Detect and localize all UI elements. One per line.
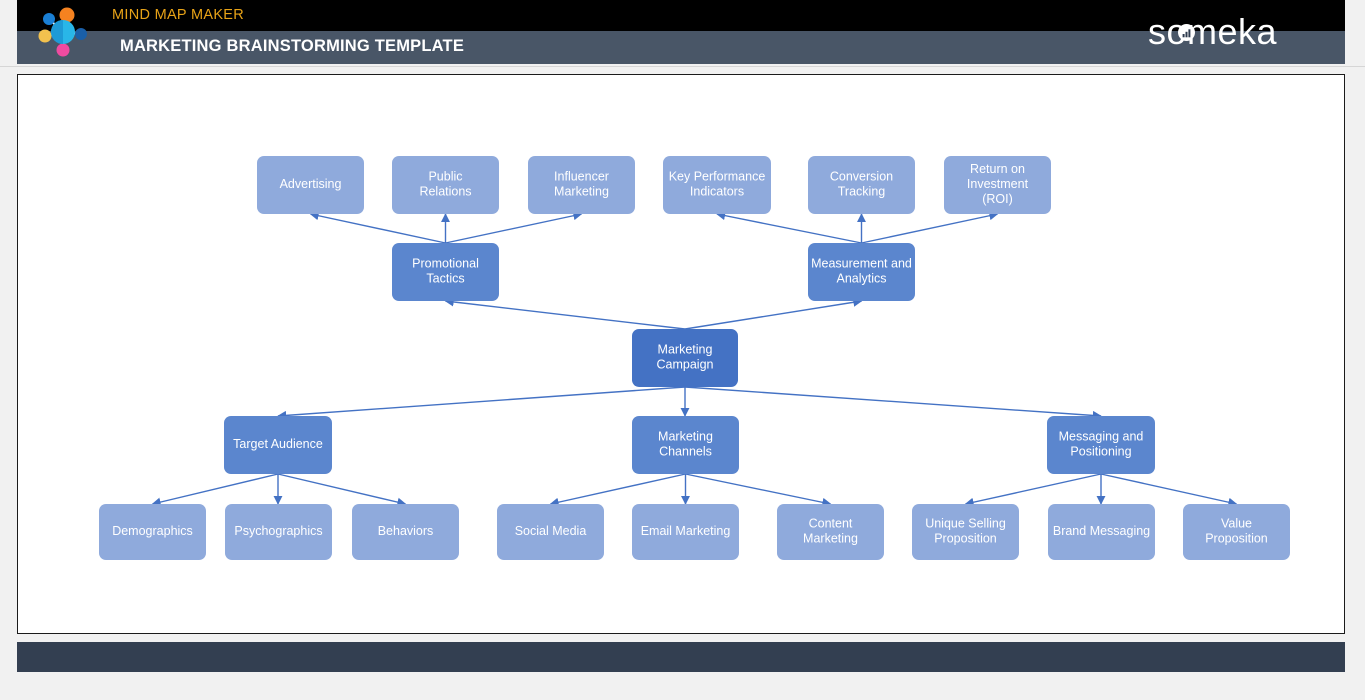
mindmap-node-brand_messaging[interactable]: Brand Messaging: [1048, 504, 1155, 560]
connector-promotional_tactics-to-advertising: [309, 211, 446, 244]
connector-messaging_positioning-to-unique_selling_proposition: [964, 473, 1102, 507]
mindmap-node-content_marketing[interactable]: Content Marketing: [777, 504, 884, 560]
header-kicker: MIND MAP MAKER: [112, 7, 245, 23]
node-label: Messaging and Positioning: [1059, 430, 1144, 459]
node-label: Target Audience: [233, 437, 323, 451]
mindmap-node-conversion_tracking[interactable]: Conversion Tracking: [808, 156, 915, 214]
node-label: Social Media: [515, 524, 587, 538]
connector-promotional_tactics-to-influencer_marketing: [445, 211, 583, 244]
node-label: Unique Selling Proposition: [925, 517, 1006, 546]
connector-target_audience-to-demographics: [151, 473, 279, 507]
node-label: Email Marketing: [641, 524, 731, 538]
mindmap-node-social_media[interactable]: Social Media: [497, 504, 604, 560]
page-title: MARKETING BRAINSTORMING TEMPLATE: [120, 37, 465, 55]
app-root: MIND MAP MAKER MARKETING BRAINSTORMING T…: [0, 0, 1365, 700]
connector-target_audience-to-behaviors: [277, 473, 407, 507]
footer-bar: [17, 642, 1345, 672]
connector-root-to-target_audience: [277, 386, 686, 420]
mindmap-node-behaviors[interactable]: Behaviors: [352, 504, 459, 560]
mindmap-node-target_audience[interactable]: Target Audience: [224, 416, 332, 474]
connector-messaging_positioning-to-value_proposition: [1100, 473, 1238, 507]
mindmap-node-return_on_investment[interactable]: Return on Investment (ROI): [944, 156, 1051, 214]
connector-measurement_analytics-to-key_performance_indicators: [716, 211, 862, 244]
mindmap-node-public_relations[interactable]: Public Relations: [392, 156, 499, 214]
connector-measurement_analytics-to-return_on_investment: [861, 211, 999, 244]
mindmap-node-demographics[interactable]: Demographics: [99, 504, 206, 560]
node-label: Marketing Channels: [658, 430, 713, 459]
mindmap-node-key_performance_indicators[interactable]: Key Performance Indicators: [663, 156, 771, 214]
mind-map-network-icon: [38, 7, 87, 57]
mindmap-node-measurement_analytics[interactable]: Measurement and Analytics: [808, 243, 915, 301]
svg-text:someka: someka: [1148, 11, 1278, 52]
node-label: Behaviors: [378, 524, 434, 538]
mindmap-node-advertising[interactable]: Advertising: [257, 156, 364, 214]
mindmap-node-root[interactable]: Marketing Campaign: [632, 329, 738, 387]
mindmap-node-email_marketing[interactable]: Email Marketing: [632, 504, 739, 560]
connector-root-to-measurement_analytics: [684, 297, 863, 330]
mindmap-canvas[interactable]: Marketing Campaign Promotional Tactics Measu…: [17, 74, 1345, 634]
mindmap-node-messaging_positioning[interactable]: Messaging and Positioning: [1047, 416, 1155, 474]
page-header: MIND MAP MAKER MARKETING BRAINSTORMING T…: [17, 0, 1345, 64]
mindmap-node-promotional_tactics[interactable]: Promotional Tactics: [392, 243, 499, 301]
node-label: Conversion Tracking: [830, 170, 893, 199]
connector-root-to-messaging_positioning: [684, 386, 1102, 420]
mindmap-node-marketing_channels[interactable]: Marketing Channels: [632, 416, 739, 474]
node-label: Content Marketing: [803, 517, 858, 546]
connector-marketing_channels-to-social_media: [549, 473, 686, 507]
node-label: Marketing Campaign: [657, 343, 714, 372]
node-label: Advertising: [280, 177, 342, 191]
someka-brand-logo: someka: [1148, 11, 1278, 52]
mindmap-node-influencer_marketing[interactable]: Influencer Marketing: [528, 156, 635, 214]
connector-marketing_channels-to-content_marketing: [685, 473, 832, 507]
node-label: Psychographics: [234, 524, 322, 538]
node-label: Influencer Marketing: [554, 170, 609, 199]
node-label: Brand Messaging: [1053, 524, 1150, 538]
connector-root-to-promotional_tactics: [444, 297, 686, 330]
mindmap-node-value_proposition[interactable]: Value Proposition: [1183, 504, 1290, 560]
mindmap-node-unique_selling_proposition[interactable]: Unique Selling Proposition: [912, 504, 1019, 560]
node-label: Demographics: [112, 524, 193, 538]
mindmap-node-psychographics[interactable]: Psychographics: [225, 504, 332, 560]
mindmap-diagram[interactable]: Marketing Campaign Promotional Tactics Measu…: [18, 75, 1343, 632]
header-separator: [0, 66, 1365, 67]
